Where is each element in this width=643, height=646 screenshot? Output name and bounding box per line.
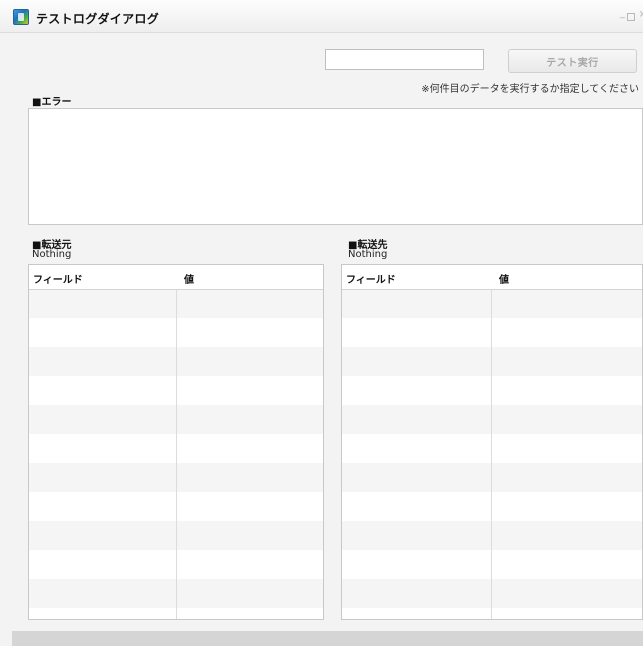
destination-table-header: フィールド 値	[342, 265, 642, 290]
record-number-input[interactable]	[325, 49, 484, 70]
record-hint-text: ※何件目のデータを実行するか指定してください	[421, 84, 639, 95]
table-row[interactable]	[342, 405, 642, 434]
source-table-header: フィールド 値	[29, 265, 323, 290]
table-row[interactable]	[342, 463, 642, 492]
table-row[interactable]	[342, 492, 642, 521]
app-icon	[13, 9, 29, 25]
minimize-button[interactable]: _	[620, 8, 625, 19]
table-row[interactable]	[342, 347, 642, 376]
status-bar	[12, 631, 643, 646]
table-row[interactable]	[342, 434, 642, 463]
source-col-field[interactable]: フィールド	[33, 271, 83, 286]
table-row[interactable]	[342, 376, 642, 405]
destination-table[interactable]: フィールド 値	[341, 264, 643, 620]
destination-col-value[interactable]: 値	[499, 271, 509, 286]
table-row[interactable]	[342, 608, 642, 619]
table-row[interactable]	[342, 318, 642, 347]
error-label: ■エラー	[32, 97, 72, 108]
source-column-divider[interactable]	[176, 265, 177, 619]
maximize-button[interactable]	[627, 13, 635, 21]
destination-col-field[interactable]: フィールド	[346, 271, 396, 286]
window-title: テストログダイアログ	[36, 12, 160, 26]
destination-column-divider[interactable]	[491, 265, 492, 619]
table-row[interactable]	[342, 550, 642, 579]
source-col-value[interactable]: 値	[184, 271, 194, 286]
table-row[interactable]	[342, 521, 642, 550]
source-table[interactable]: フィールド 値	[28, 264, 324, 620]
close-button[interactable]: ×	[639, 9, 643, 20]
destination-status: Nothing	[348, 249, 388, 260]
table-row[interactable]	[342, 289, 642, 318]
table-row[interactable]	[342, 579, 642, 608]
error-textarea[interactable]	[28, 108, 643, 225]
title-bar[interactable]: テストログダイアログ _ ×	[0, 0, 643, 33]
run-test-button[interactable]: テスト実行	[508, 49, 637, 73]
destination-table-body[interactable]	[342, 289, 642, 619]
source-status: Nothing	[32, 249, 72, 260]
